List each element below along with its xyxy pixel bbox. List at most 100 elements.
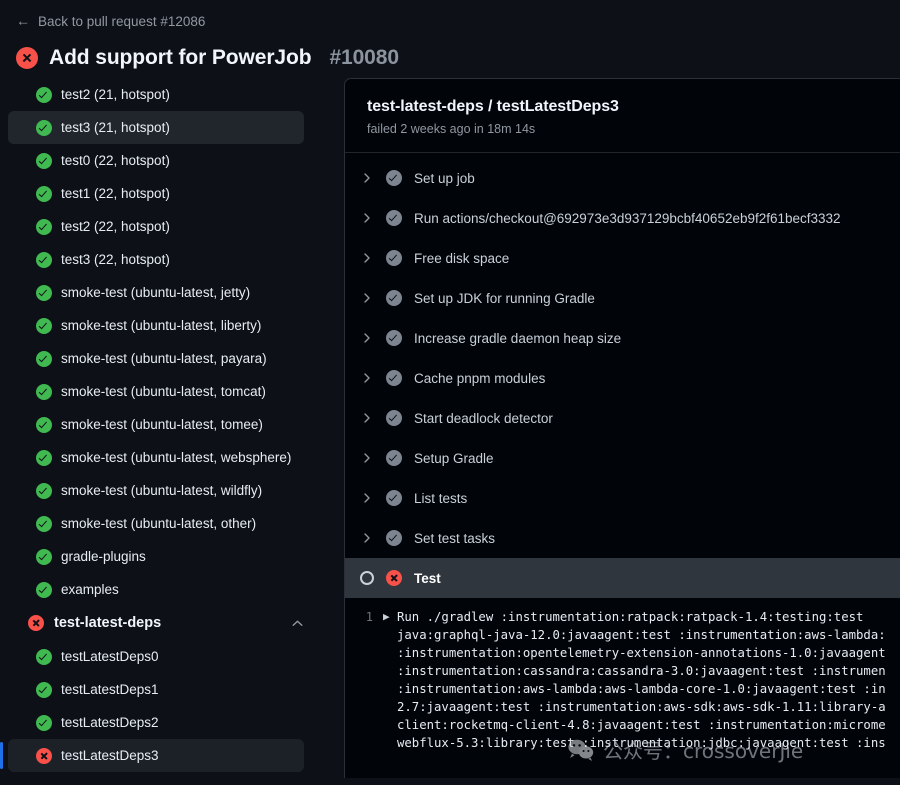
sidebar-item-smoke-test-ubuntu-latest-liberty[interactable]: smoke-test (ubuntu-latest, liberty): [8, 309, 304, 342]
sidebar-item-label: testLatestDeps1: [61, 682, 159, 697]
sidebar-item-smoke-test-ubuntu-latest-payara[interactable]: smoke-test (ubuntu-latest, payara): [8, 342, 304, 375]
sidebar-item-testlatestdeps1[interactable]: testLatestDeps1: [8, 673, 304, 706]
success-check-icon-muted: [386, 450, 402, 466]
sidebar-item-label: smoke-test (ubuntu-latest, other): [61, 516, 256, 531]
success-check-icon-muted: [386, 410, 402, 426]
log-line: :instrumentation:aws-lambda:aws-lambda-c…: [345, 680, 900, 698]
success-check-icon: [36, 252, 52, 268]
step-label: Set test tasks: [414, 531, 495, 546]
success-check-icon: [36, 582, 52, 598]
sidebar-item-smoke-test-ubuntu-latest-jetty[interactable]: smoke-test (ubuntu-latest, jetty): [8, 276, 304, 309]
page-header: ← Back to pull request #12086 Add suppor…: [0, 0, 900, 75]
job-status-summary: failed 2 weeks ago in 18m 14s: [367, 122, 900, 136]
sidebar-item-test3-21-hotspot[interactable]: test3 (21, hotspot): [8, 111, 304, 144]
sidebar-item-label: test2 (22, hotspot): [61, 219, 170, 234]
page-title: Add support for PowerJob: [49, 46, 311, 70]
log-expand-caret[interactable]: ▶: [383, 608, 397, 626]
job-steps-list: Set up jobRun actions/checkout@692973e3d…: [345, 153, 900, 598]
success-check-icon: [36, 649, 52, 665]
sidebar-item-testlatestdeps0[interactable]: testLatestDeps0: [8, 640, 304, 673]
sidebar-item-examples[interactable]: examples: [8, 573, 304, 606]
step-row-set-up-jdk-for-running-gradle[interactable]: Set up JDK for running Gradle: [345, 278, 900, 318]
log-line: webflux-5.3:library:test :instrumentatio…: [345, 734, 900, 752]
sidebar-item-smoke-test-ubuntu-latest-websphere[interactable]: smoke-test (ubuntu-latest, websphere): [8, 441, 304, 474]
back-to-pull-request-link[interactable]: ← Back to pull request #12086: [0, 10, 205, 32]
success-check-icon: [36, 351, 52, 367]
sidebar-item-test1-22-hotspot[interactable]: test1 (22, hotspot): [8, 177, 304, 210]
step-row-setup-gradle[interactable]: Setup Gradle: [345, 438, 900, 478]
content-area: test2 (21, hotspot) test3 (21, hotspot) te…: [0, 78, 900, 778]
chevron-right-icon[interactable]: [359, 452, 375, 464]
selected-indicator: [0, 742, 3, 769]
step-row-start-deadlock-detector[interactable]: Start deadlock detector: [345, 398, 900, 438]
chevron-right-icon[interactable]: [359, 172, 375, 184]
chevron-right-icon[interactable]: [359, 212, 375, 224]
success-check-icon: [36, 516, 52, 532]
step-row-set-test-tasks[interactable]: Set test tasks: [345, 518, 900, 558]
sidebar-item-label: smoke-test (ubuntu-latest, wildfly): [61, 483, 262, 498]
chevron-up-icon[interactable]: [291, 617, 304, 632]
chevron-right-icon[interactable]: [359, 252, 375, 264]
pull-request-number: #10080: [329, 46, 398, 70]
log-line: 2.7:javaagent:test :instrumentation:aws-…: [345, 698, 900, 716]
sidebar-item-smoke-test-ubuntu-latest-tomcat[interactable]: smoke-test (ubuntu-latest, tomcat): [8, 375, 304, 408]
step-spinner-icon[interactable]: [359, 571, 375, 585]
success-check-icon-muted: [386, 170, 402, 186]
sidebar-item-label: smoke-test (ubuntu-latest, payara): [61, 351, 267, 366]
sidebar-item-label: test2 (21, hotspot): [61, 87, 170, 102]
sidebar-item-label: gradle-plugins: [61, 549, 146, 564]
step-row-set-up-job[interactable]: Set up job: [345, 158, 900, 198]
chevron-right-icon[interactable]: [359, 372, 375, 384]
sidebar-item-label: test3 (22, hotspot): [61, 252, 170, 267]
sidebar-item-label: testLatestDeps2: [61, 715, 159, 730]
success-check-icon: [36, 219, 52, 235]
failure-x-icon: [386, 570, 402, 586]
sidebar-item-testlatestdeps3[interactable]: testLatestDeps3: [8, 739, 304, 772]
step-row-increase-gradle-daemon-heap-size[interactable]: Increase gradle daemon heap size: [345, 318, 900, 358]
step-label: Increase gradle daemon heap size: [414, 331, 621, 346]
job-detail-panel: test-latest-deps / testLatestDeps3 faile…: [344, 78, 900, 778]
jobs-sidebar[interactable]: test2 (21, hotspot) test3 (21, hotspot) te…: [0, 78, 330, 778]
log-output[interactable]: 1 ▶ Run ./gradlew :instrumentation:ratpa…: [345, 598, 900, 768]
sidebar-item-label: test1 (22, hotspot): [61, 186, 170, 201]
success-check-icon: [36, 549, 52, 565]
sidebar-item-smoke-test-ubuntu-latest-tomee[interactable]: smoke-test (ubuntu-latest, tomee): [8, 408, 304, 441]
step-label: Free disk space: [414, 251, 509, 266]
sidebar-item-gradle-plugins[interactable]: gradle-plugins: [8, 540, 304, 573]
sidebar-item-label: test0 (22, hotspot): [61, 153, 170, 168]
step-row-cache-pnpm-modules[interactable]: Cache pnpm modules: [345, 358, 900, 398]
sidebar-item-label: test3 (21, hotspot): [61, 120, 170, 135]
sidebar-item-label: testLatestDeps0: [61, 649, 159, 664]
success-check-icon: [36, 285, 52, 301]
log-line: 1 ▶ Run ./gradlew :instrumentation:ratpa…: [345, 608, 900, 626]
chevron-right-icon[interactable]: [359, 332, 375, 344]
sidebar-item-test0-22-hotspot[interactable]: test0 (22, hotspot): [8, 144, 304, 177]
step-label: List tests: [414, 491, 467, 506]
success-check-icon-muted: [386, 370, 402, 386]
sidebar-item-test2-22-hotspot[interactable]: test2 (22, hotspot): [8, 210, 304, 243]
sidebar-item-smoke-test-ubuntu-latest-wildfly[interactable]: smoke-test (ubuntu-latest, wildfly): [8, 474, 304, 507]
step-row-free-disk-space[interactable]: Free disk space: [345, 238, 900, 278]
github-actions-job-view: ← Back to pull request #12086 Add suppor…: [0, 0, 900, 785]
step-row-test[interactable]: Test: [345, 558, 900, 598]
sidebar-item-label: smoke-test (ubuntu-latest, jetty): [61, 285, 250, 300]
step-row-run-actions-checkout-692973e3d937129bcbf[interactable]: Run actions/checkout@692973e3d937129bcbf…: [345, 198, 900, 238]
chevron-right-icon[interactable]: [359, 412, 375, 424]
sidebar-group-test-latest-deps[interactable]: test-latest-deps: [8, 606, 304, 640]
step-label: Start deadlock detector: [414, 411, 553, 426]
sidebar-item-test2-21-hotspot[interactable]: test2 (21, hotspot): [8, 78, 304, 111]
step-label: Cache pnpm modules: [414, 371, 545, 386]
chevron-right-icon[interactable]: [359, 492, 375, 504]
sidebar-item-test3-22-hotspot[interactable]: test3 (22, hotspot): [8, 243, 304, 276]
success-check-icon-muted: [386, 210, 402, 226]
success-check-icon: [36, 682, 52, 698]
chevron-right-icon[interactable]: [359, 292, 375, 304]
step-row-list-tests[interactable]: List tests: [345, 478, 900, 518]
chevron-right-icon[interactable]: [359, 532, 375, 544]
sidebar-item-smoke-test-ubuntu-latest-other[interactable]: smoke-test (ubuntu-latest, other): [8, 507, 304, 540]
step-label: Set up JDK for running Gradle: [414, 291, 595, 306]
success-check-icon-muted: [386, 290, 402, 306]
sidebar-item-testlatestdeps2[interactable]: testLatestDeps2: [8, 706, 304, 739]
back-arrow-icon: ←: [16, 14, 30, 28]
step-label: Test: [414, 571, 441, 586]
